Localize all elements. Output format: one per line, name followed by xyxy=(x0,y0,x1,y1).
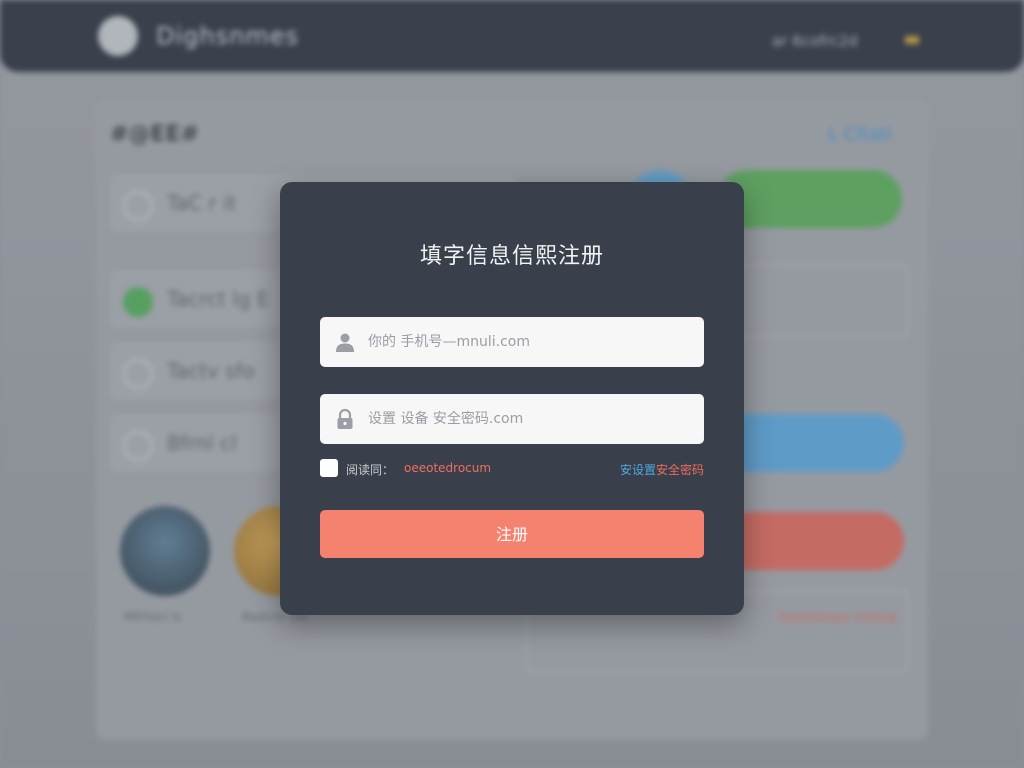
registration-modal: 填字信息信熙注册 阅读同： oeeotedrocum 安设置安全密码 注册 xyxy=(280,182,744,615)
modal-title: 填字信息信熙注册 xyxy=(419,244,604,269)
secure-password-link[interactable]: 安设置安全密码 xyxy=(620,461,704,478)
agreement-row: 阅读同： oeeotedrocum 安设置安全密码 xyxy=(320,459,704,479)
user-icon xyxy=(334,331,356,353)
password-input[interactable] xyxy=(368,394,688,444)
register-button[interactable]: 注册 xyxy=(320,510,704,558)
secure-link-part2: 安全密码 xyxy=(655,463,704,477)
agreement-link[interactable]: oeeotedrocum xyxy=(404,461,491,475)
agree-label: 阅读同： xyxy=(346,463,395,477)
agree-checkbox[interactable] xyxy=(320,459,338,477)
phone-field[interactable] xyxy=(320,317,704,367)
phone-input[interactable] xyxy=(368,317,688,367)
lock-icon xyxy=(334,408,356,430)
password-field[interactable] xyxy=(320,394,704,444)
secure-link-part1: 安设置 xyxy=(619,463,656,477)
